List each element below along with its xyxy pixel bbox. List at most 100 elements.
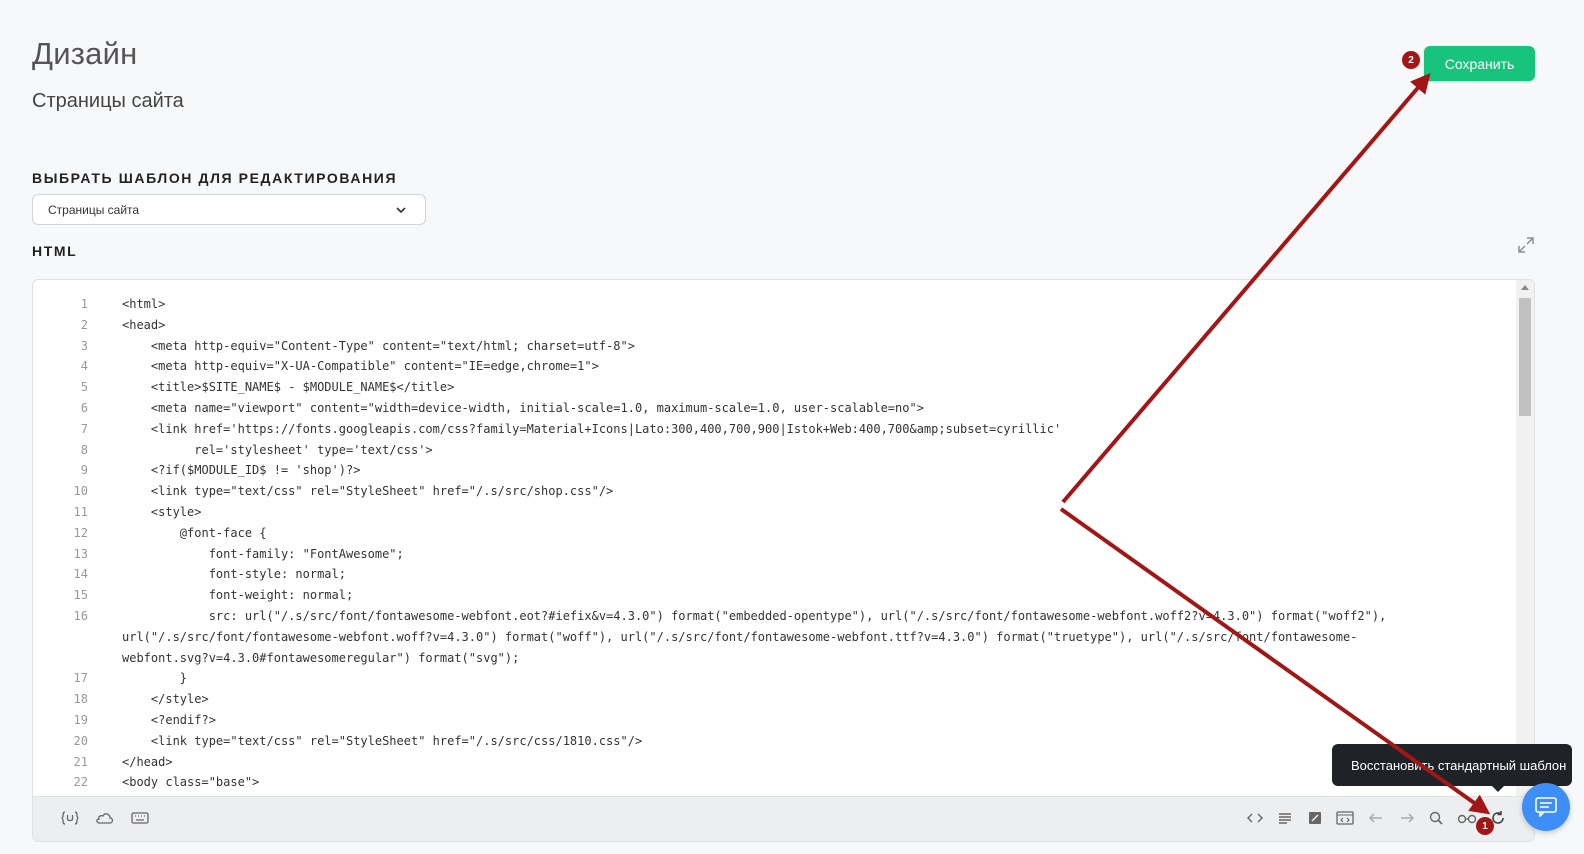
code-line[interactable]: 3 <meta http-equiv="Content-Type" conten…	[33, 336, 1517, 357]
line-number: 5	[80, 380, 88, 395]
code-line[interactable]: 2 <head>	[33, 315, 1517, 336]
code-text: <title>$SITE_NAME$ - $MODULE_NAME$</titl…	[122, 380, 455, 395]
code-text: url("/.s/src/font/fontawesome-webfont.wo…	[122, 629, 1358, 644]
chat-button[interactable]	[1522, 783, 1570, 831]
line-number	[33, 627, 122, 648]
line-number: 1	[80, 297, 88, 311]
chevron-down-icon	[396, 207, 406, 214]
line-number: 4	[80, 359, 88, 374]
scrollbar-thumb[interactable]	[1519, 298, 1531, 416]
code-text: </style>	[122, 692, 209, 707]
line-number: 17	[73, 671, 88, 686]
glasses-icon[interactable]	[1457, 809, 1477, 827]
code-text: <html>	[122, 297, 166, 311]
line-number: 6	[80, 400, 88, 415]
expand-icon[interactable]	[1517, 236, 1535, 254]
code-line[interactable]: 7 <link href='https://fonts.googleapis.c…	[33, 419, 1517, 440]
page-subtitle: Страницы сайта	[32, 90, 184, 112]
line-number: 16	[73, 608, 88, 623]
format-align-icon[interactable]	[1275, 809, 1295, 827]
line-number: 19	[73, 712, 88, 727]
code-text: }	[122, 671, 188, 686]
template-section-label: ВЫБРАТЬ ШАБЛОН ДЛЯ РЕДАКТИРОВАНИЯ	[32, 170, 398, 186]
code-line[interactable]: 11 <style>	[33, 502, 1517, 523]
chat-icon	[1535, 797, 1557, 817]
page-title: Дизайн	[32, 36, 138, 71]
undo-icon[interactable]	[1366, 809, 1386, 827]
code-line[interactable]: 5 <title>$SITE_NAME$ - $MODULE_NAME$</ti…	[33, 377, 1517, 398]
line-number: 9	[80, 463, 88, 478]
code-text: webfont.svg?v=4.3.0#fontawesomeregular")…	[122, 650, 520, 665]
code-window-icon[interactable]	[1335, 809, 1355, 827]
code-text: rel='stylesheet' type='text/css'>	[122, 442, 433, 457]
code-text: <link href='https://fonts.googleapis.com…	[122, 421, 1062, 436]
line-number: 14	[73, 567, 88, 582]
line-number: 10	[73, 484, 88, 499]
code-text: <meta name="viewport" content="width=dev…	[122, 400, 924, 415]
line-number: 12	[73, 525, 88, 540]
code-line[interactable]: 17 }	[33, 668, 1517, 689]
line-number: 7	[80, 421, 88, 436]
code-line[interactable]: 16 src: url("/.s/src/font/fontawesome-we…	[33, 606, 1517, 627]
line-number: 11	[73, 504, 88, 519]
line-number: 13	[73, 546, 88, 561]
code-editor[interactable]: 1 <html> 2 <head> 3 <meta http-equiv="Conten…	[32, 279, 1535, 842]
code-text: font-style: normal;	[122, 567, 346, 582]
template-select-value: Страницы сайта	[48, 202, 140, 217]
annotation-badge-1: 1	[1476, 817, 1494, 835]
code-text: font-family: "FontAwesome";	[122, 546, 404, 561]
code-line[interactable]: 21 </head>	[33, 752, 1517, 773]
code-text: <?endif?>	[122, 712, 216, 727]
editor-toolbar	[33, 796, 1534, 841]
code-line[interactable]: 22 <body class="base">	[33, 772, 1517, 793]
restore-tooltip: Восстановить стандартный шаблон	[1332, 744, 1572, 792]
code-text: <meta http-equiv="Content-Type" content=…	[122, 338, 635, 353]
annotation-badge-2: 2	[1402, 51, 1420, 69]
code-text: src: url("/.s/src/font/fontawesome-webfo…	[122, 608, 1387, 623]
code-text: <link type="text/css" rel="StyleSheet" h…	[122, 733, 643, 748]
line-number: 2	[80, 317, 88, 332]
keyboard-icon[interactable]	[130, 809, 150, 827]
code-line[interactable]: 12 @font-face {	[33, 523, 1517, 544]
code-line[interactable]: 20 <link type="text/css" rel="StyleSheet…	[33, 731, 1517, 752]
code-line[interactable]: 4 <meta http-equiv="X-UA-Compatible" con…	[33, 356, 1517, 377]
code-icon[interactable]	[1245, 809, 1265, 827]
search-icon[interactable]	[1426, 809, 1446, 827]
code-text: <body class="base">	[122, 775, 260, 790]
line-number: 18	[73, 692, 88, 707]
save-button[interactable]: Сохранить	[1424, 46, 1535, 81]
code-line[interactable]: 6 <meta name="viewport" content="width=d…	[33, 398, 1517, 419]
code-text: <style>	[122, 504, 202, 519]
code-line[interactable]: url("/.s/src/font/fontawesome-webfont.wo…	[33, 627, 1517, 648]
code-line[interactable]: 9 <?if($MODULE_ID$ != 'shop')?>	[33, 460, 1517, 481]
line-number: 15	[73, 588, 88, 603]
code-line[interactable]: webfont.svg?v=4.3.0#fontawesomeregular")…	[33, 648, 1517, 669]
edit-square-icon[interactable]	[1305, 809, 1325, 827]
code-text: font-weight: normal;	[122, 588, 354, 603]
code-line[interactable]: 19 <?endif?>	[33, 710, 1517, 731]
scrollbar[interactable]	[1516, 280, 1534, 798]
code-text: </head>	[122, 754, 173, 769]
template-select[interactable]: Страницы сайта	[32, 194, 426, 225]
code-text: <head>	[122, 317, 166, 332]
code-lines: 1 <html> 2 <head> 3 <meta http-equiv="Conten…	[33, 294, 1517, 793]
code-text: <link type="text/css" rel="StyleSheet" h…	[122, 484, 614, 499]
code-line[interactable]: 8 rel='stylesheet' type='text/css'>	[33, 440, 1517, 461]
code-line[interactable]: 10 <link type="text/css" rel="StyleSheet…	[33, 481, 1517, 502]
line-number: 21	[73, 754, 88, 769]
code-text: <meta http-equiv="X-UA-Compatible" conte…	[122, 359, 599, 374]
code-line[interactable]: 1 <html>	[33, 294, 1517, 315]
code-line[interactable]: 15 font-weight: normal;	[33, 585, 1517, 606]
scroll-up-arrow[interactable]	[1521, 285, 1529, 290]
line-number: 20	[73, 733, 88, 748]
line-number	[33, 648, 122, 669]
code-text: <?if($MODULE_ID$ != 'shop')?>	[122, 463, 361, 478]
line-number: 3	[80, 338, 88, 353]
redo-icon[interactable]	[1397, 809, 1417, 827]
cloud-icon[interactable]	[95, 809, 115, 827]
code-line[interactable]: 14 font-style: normal;	[33, 564, 1517, 585]
template-variables-icon[interactable]	[60, 809, 80, 827]
code-line[interactable]: 18 </style>	[33, 689, 1517, 710]
code-line[interactable]: 13 font-family: "FontAwesome";	[33, 544, 1517, 565]
line-number: 22	[73, 775, 88, 790]
